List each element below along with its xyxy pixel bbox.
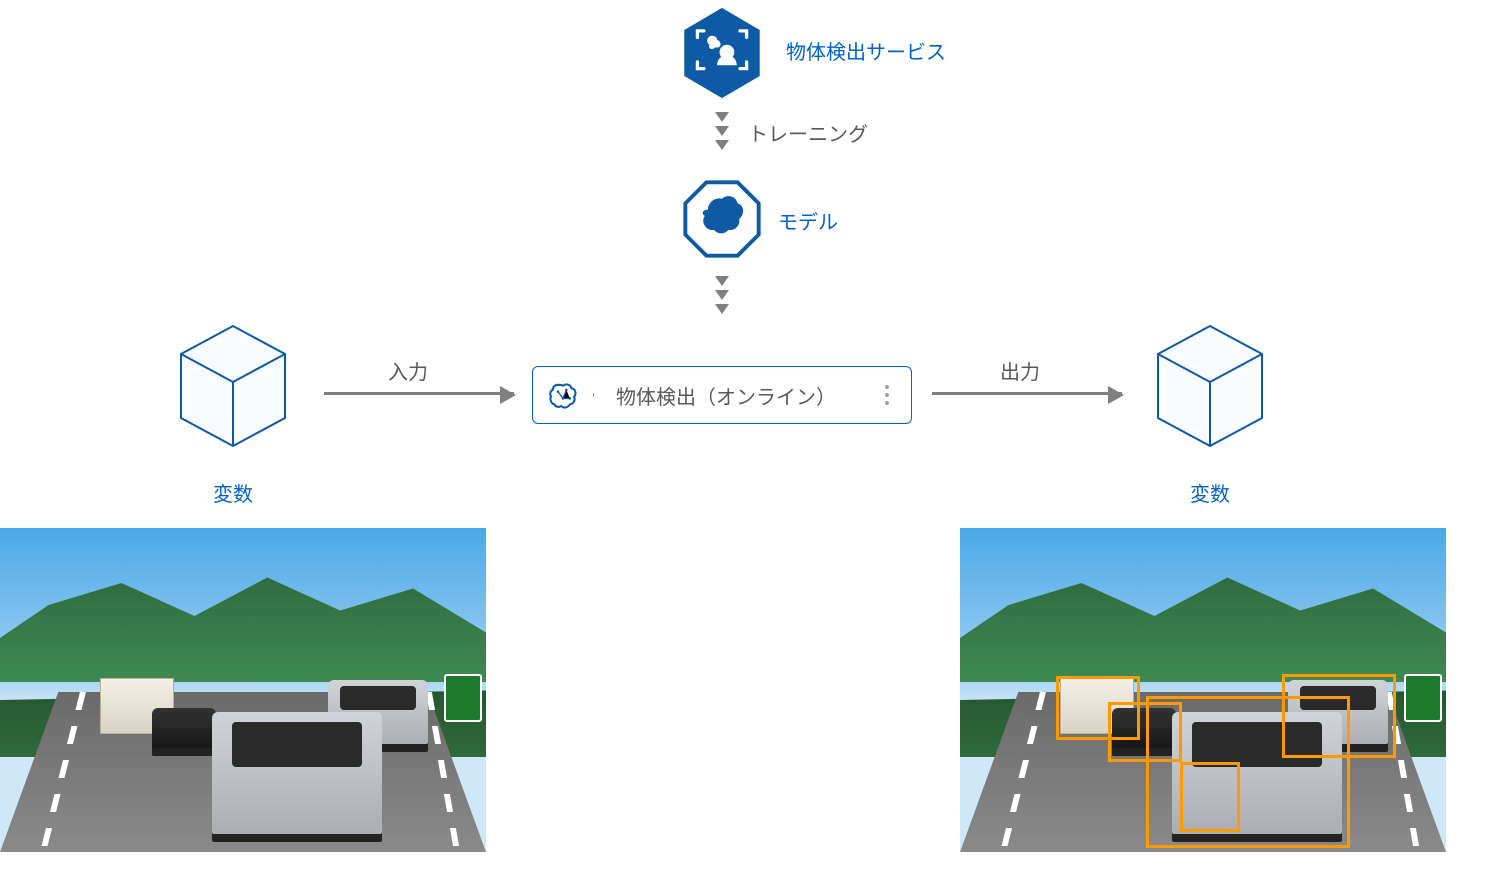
model-label: モデル (778, 206, 838, 235)
service-label: 物体検出サービス (786, 36, 946, 65)
block-label: 物体検出（オンライン） (594, 381, 877, 410)
service-hexagon-icon (681, 6, 763, 100)
more-menu-icon[interactable] (877, 385, 911, 405)
object-detection-block[interactable]: 物体検出（オンライン） (532, 366, 912, 424)
bounding-box (1180, 762, 1240, 832)
output-arrow (932, 392, 1122, 395)
input-example-image (0, 528, 486, 852)
training-label: トレーニング (748, 118, 868, 147)
brain-icon (533, 367, 594, 423)
input-variable-cube-icon (173, 320, 293, 450)
model-octagon-icon (683, 180, 761, 258)
model-to-block-arrow (715, 276, 729, 314)
input-var-label: 変数 (213, 478, 253, 507)
output-variable-cube-icon (1150, 320, 1270, 450)
input-label: 入力 (388, 356, 428, 385)
output-label: 出力 (1000, 356, 1040, 385)
output-var-label: 変数 (1190, 478, 1230, 507)
training-arrow (715, 112, 729, 150)
input-arrow (324, 392, 514, 395)
bounding-box (1282, 674, 1396, 758)
output-example-image (960, 528, 1446, 852)
